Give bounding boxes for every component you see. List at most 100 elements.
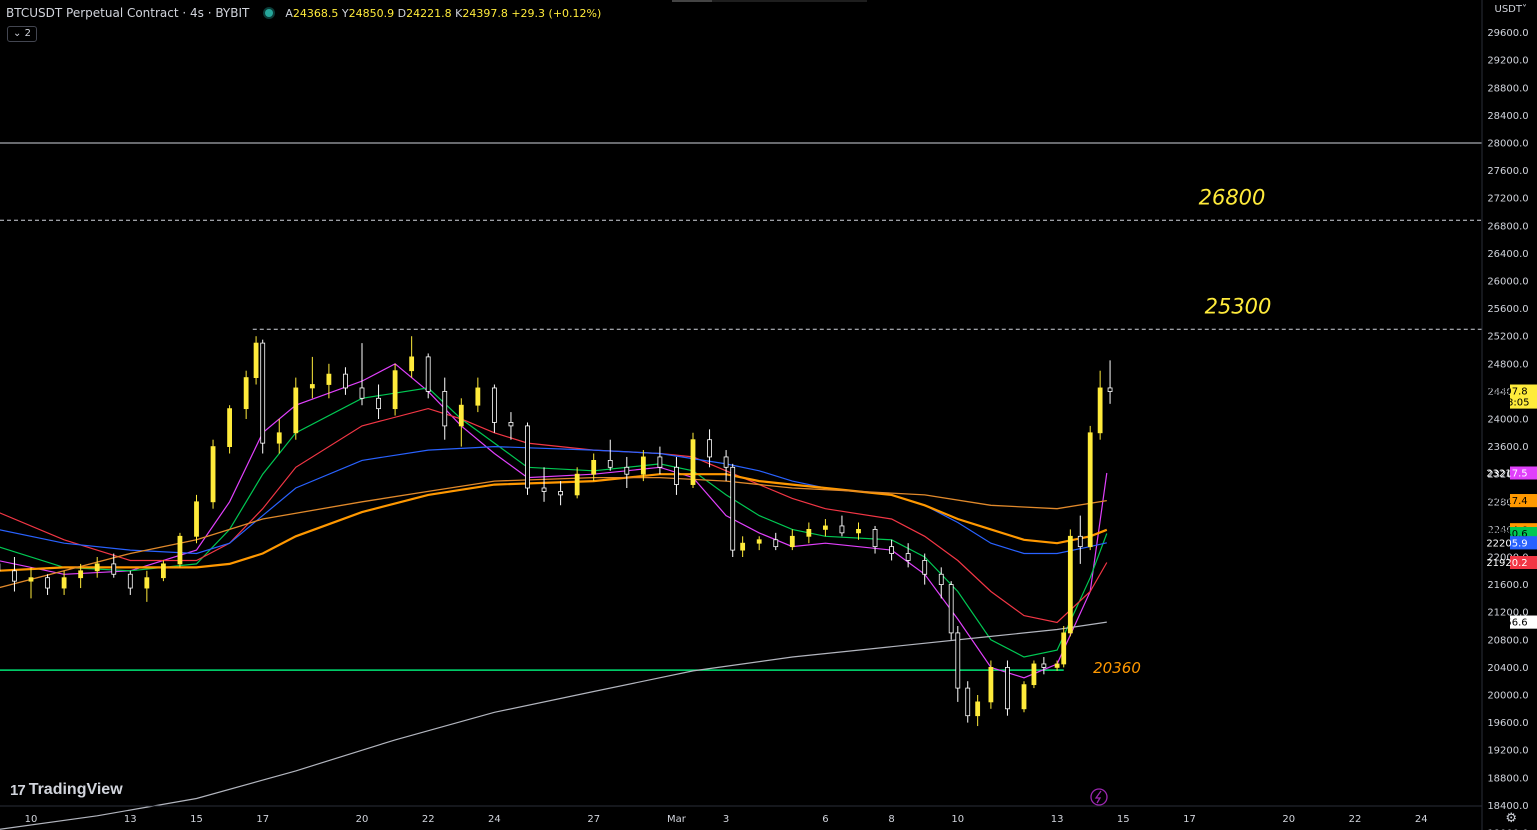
time-axis-tick-label: 17: [1183, 814, 1196, 825]
candle-body: [1061, 632, 1067, 665]
candle-body: [1041, 663, 1047, 668]
candle-body: [45, 577, 50, 589]
candle-body: [276, 432, 282, 444]
price-axis-tick-label: 21600.0: [1487, 580, 1528, 591]
time-axis-tick-label: 10: [25, 814, 38, 825]
low-value: 24221.8: [406, 6, 452, 20]
close-value: 24397.8: [462, 6, 508, 20]
price-axis-tick-label: 19600.0: [1487, 718, 1528, 729]
candle-body: [409, 356, 415, 372]
candle-body: [607, 459, 613, 468]
candle-body: [756, 539, 762, 544]
candle-body: [1054, 663, 1060, 668]
indicators-collapse-button[interactable]: ⌄ 2: [7, 26, 37, 42]
candle-body: [144, 577, 150, 589]
time-axis-tick-label: 17: [256, 814, 269, 825]
candle-body: [508, 422, 514, 427]
price-axis-tick-label: 26000.0: [1487, 277, 1528, 288]
candle-body: [640, 456, 646, 475]
candle-body: [491, 387, 497, 423]
price-tag-countdown: 01:28:05: [1485, 398, 1530, 409]
candle-body: [160, 563, 166, 579]
candle-body: [458, 404, 464, 427]
level-label: 25300: [1205, 294, 1272, 318]
market-status-dot-icon: [265, 9, 274, 17]
price-axis-tick-label: 27200.0: [1487, 194, 1528, 205]
candle-body: [309, 384, 315, 389]
price-axis-tick-label: 19200.0: [1487, 746, 1528, 757]
candle-body: [1097, 387, 1103, 434]
price-axis-tick-label: 28400.0: [1487, 111, 1528, 122]
candle-body: [1087, 432, 1093, 548]
candle-body: [12, 570, 17, 582]
price-axis-tick-label: 25600.0: [1487, 304, 1528, 315]
price-tag-value: 21056.6: [1486, 618, 1527, 629]
candle-body: [359, 387, 365, 399]
price-chart[interactable]: 26800253002036018000.018400.018800.01920…: [0, 0, 1537, 830]
candle-body: [1077, 535, 1083, 548]
time-axis-tick-label: 22: [1349, 814, 1362, 825]
candle-body: [28, 577, 34, 582]
time-axis-tick-label: 24: [488, 814, 501, 825]
candle-body: [1031, 663, 1037, 686]
candle-body: [1067, 535, 1073, 634]
legend-header: BTCUSDT Perpetual Contract · 4s · BYBIT …: [6, 6, 601, 20]
candle-body: [965, 687, 971, 717]
candle-body: [806, 529, 812, 537]
candle-body: [789, 535, 795, 548]
time-axis-tick-label: 13: [1051, 814, 1064, 825]
candle-body: [475, 387, 481, 406]
price-axis-tick-label: 26400.0: [1487, 249, 1528, 260]
tradingview-logo-icon: 17: [10, 781, 26, 799]
time-axis-tick-label: 3: [723, 814, 729, 825]
candle-body: [922, 560, 928, 575]
candle-body: [253, 342, 259, 379]
symbol-title[interactable]: BTCUSDT Perpetual Contract · 4s · BYBIT: [6, 6, 249, 20]
high-value: 24850.9: [348, 6, 395, 20]
candle-body: [61, 577, 67, 589]
candle-body: [839, 525, 845, 534]
price-axis-tick-label: 20000.0: [1487, 691, 1528, 702]
candle-body: [657, 456, 663, 468]
candle-body: [558, 491, 563, 496]
candle-body: [624, 466, 630, 475]
ohlc-values: A24368.5 Y24850.9 D24221.8 K24397.8 +29.…: [285, 6, 602, 20]
candle-body: [260, 342, 266, 444]
price-tag-value: 22817.4: [1486, 496, 1527, 507]
price-axis-tick-label: 18800.0: [1487, 773, 1528, 784]
time-axis-tick-label: 10: [951, 814, 964, 825]
price-axis-tick-label: 24800.0: [1487, 359, 1528, 370]
candle-body: [740, 542, 746, 551]
time-axis-tick-label: 20: [1282, 814, 1295, 825]
candle-body: [541, 487, 547, 492]
price-axis-tick-label: 20400.0: [1487, 663, 1528, 674]
price-axis-tick-label: 25200.0: [1487, 332, 1528, 343]
time-axis-tick-label: 8: [888, 814, 894, 825]
candle-body: [723, 456, 729, 468]
price-axis-tick-label: 28800.0: [1487, 83, 1528, 94]
price-axis-tick-label: 27600.0: [1487, 166, 1528, 177]
candle-body: [905, 553, 911, 561]
price-axis-tick-label: 28000.0: [1487, 139, 1528, 150]
time-axis-tick-label: 15: [190, 814, 203, 825]
price-tag-value: 21920.2: [1486, 558, 1527, 569]
candle-body: [177, 535, 183, 565]
settings-gear-icon[interactable]: ⚙: [1505, 811, 1517, 826]
candle-body: [127, 573, 133, 589]
candle-body: [1107, 387, 1113, 392]
candle-body: [707, 439, 712, 458]
candle-body: [111, 563, 117, 575]
top-scroll-indicator: [672, 0, 867, 2]
time-axis-tick-label: 27: [587, 814, 600, 825]
candle-body: [94, 563, 100, 572]
candle-body: [210, 446, 216, 503]
candle-body: [955, 632, 961, 689]
time-axis-tick-label: 22: [422, 814, 435, 825]
tradingview-logo[interactable]: 17 TradingView: [10, 781, 123, 799]
price-axis-tick-label: 26800.0: [1487, 221, 1528, 232]
candle-body: [227, 408, 233, 447]
time-axis-tick-label: Mar: [667, 814, 687, 825]
currency-selector[interactable]: USDT˅: [1495, 4, 1527, 15]
time-axis-tick-label: 15: [1117, 814, 1130, 825]
price-axis-tick-label: 20800.0: [1487, 635, 1528, 646]
